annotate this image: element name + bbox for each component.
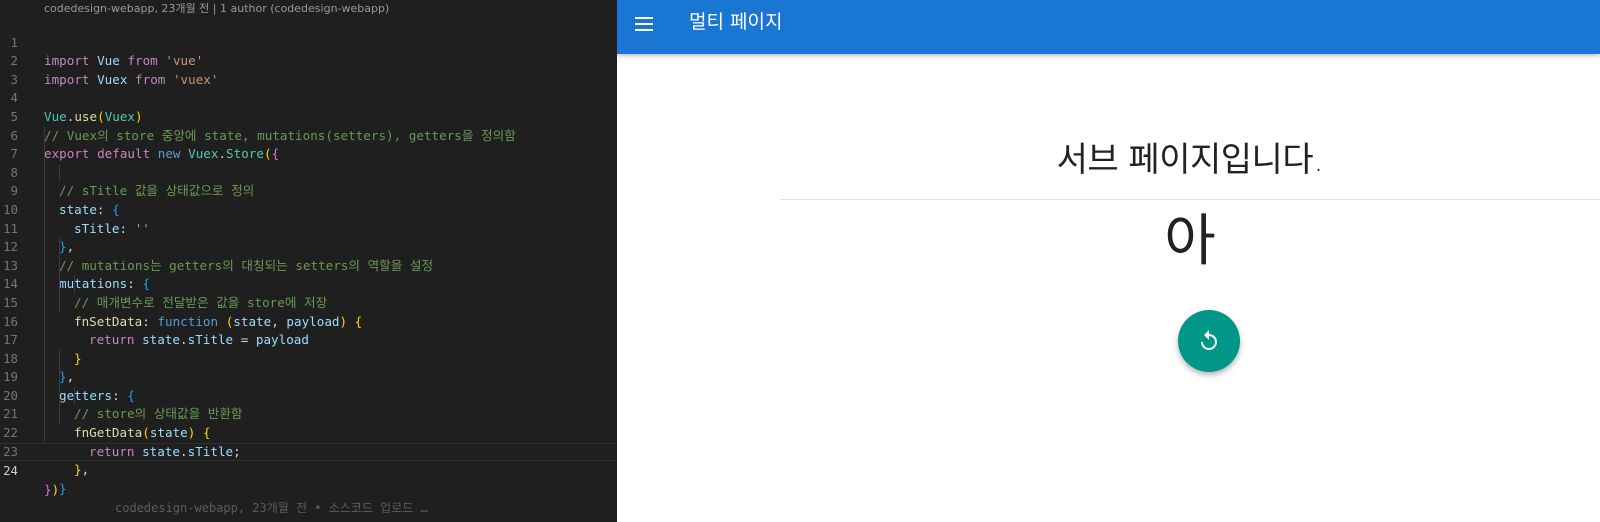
screen: codedesign-webapp, 23개월 전 | 1 author (co… (0, 0, 1600, 522)
code-line[interactable]: 6 export default new Vuex.Store({ (0, 108, 617, 162)
code-line[interactable]: 10 }, (0, 182, 617, 254)
code-line[interactable]: 14 fnSetData: function (state, payload) … (0, 256, 617, 329)
page-heading: 서브 페이지입니다. (1056, 140, 1324, 180)
code-line[interactable]: 8 state: { (0, 145, 617, 217)
code-line[interactable]: 17 }, (0, 312, 617, 384)
line-number: 24 (3, 463, 18, 479)
code-line[interactable]: 13 // 매개변수로 전달받은 값을 store에 저장 (0, 238, 617, 310)
code-line[interactable]: 9 sTitle: '' (0, 163, 617, 236)
code-line[interactable]: 16 } (0, 293, 617, 366)
code-line[interactable]: 11 // mutations는 getters의 대칭되는 setters의 … (0, 200, 617, 273)
divider (780, 199, 1600, 200)
app-preview: 멀티 페이지 서브 페이지입니다. 아 (617, 0, 1600, 522)
code-line[interactable]: 4 Vue.use(Vuex) (0, 71, 617, 124)
refresh-button[interactable] (1178, 310, 1240, 372)
inline-blame[interactable]: codedesign-webapp, 23개월 전 • 소스코드 업로드 … (115, 499, 428, 518)
app-title: 멀티 페이지 (689, 11, 783, 33)
code-line[interactable]: 19 // store의 상태값을 반환함 (0, 349, 617, 421)
code-line[interactable]: 20 fnGetData(state) { (0, 368, 617, 440)
store-value-text: 아 (1164, 209, 1216, 274)
code-editor[interactable]: codedesign-webapp, 23개월 전 | 1 author (co… (0, 0, 617, 522)
code-line[interactable]: 2 import Vuex from 'vuex' (0, 34, 617, 87)
refresh-icon (1201, 330, 1217, 350)
code-line[interactable]: 15 return state.sTitle = payload (0, 275, 617, 347)
hamburger-menu-icon[interactable] (635, 15, 655, 35)
code-lines: 1 import Vue from 'vue' 2 import Vuex fr… (0, 15, 617, 515)
code-line[interactable]: 3 (0, 52, 617, 87)
code-line[interactable]: 12 mutations: { (0, 219, 617, 291)
code-line[interactable]: 1 import Vue from 'vue' (0, 15, 617, 69)
code-line[interactable]: 23 } (0, 424, 617, 496)
code-line[interactable]: 22 }, (0, 405, 617, 477)
code-line-current[interactable]: 24 }) codedesign-webapp, 23개월 전 • 소스코드 업… (0, 442, 617, 515)
code-line[interactable]: 7 // sTitle 값을 상태값으로 정의 (0, 126, 617, 198)
code-line[interactable]: 21 return state.sTitle; (0, 386, 617, 459)
code-line[interactable]: 18 getters: { (0, 331, 617, 403)
app-bar: 멀티 페이지 (617, 0, 1600, 54)
code-line[interactable]: 5 // Vuex의 store 중앙에 state, mutations(se… (0, 89, 617, 143)
